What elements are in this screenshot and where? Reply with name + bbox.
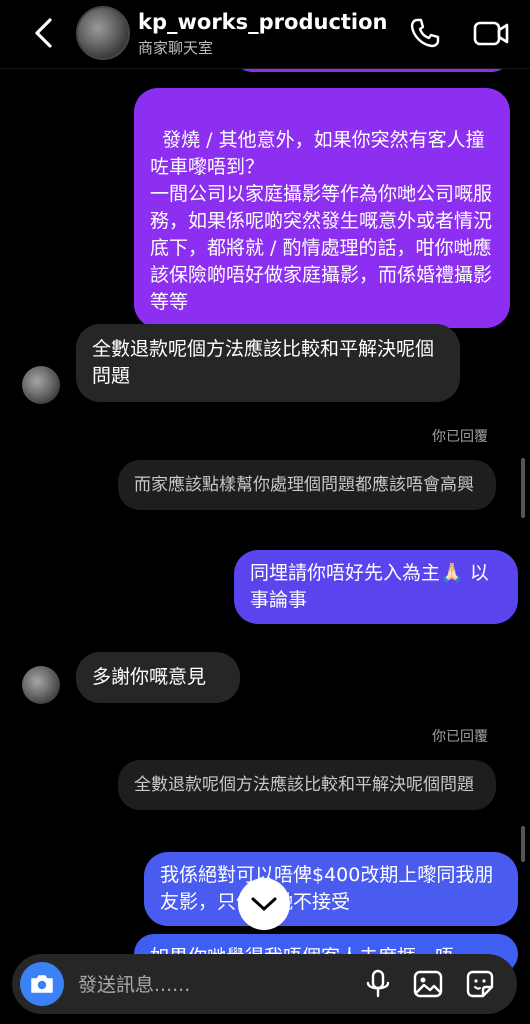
call-button[interactable] <box>408 16 442 50</box>
replied-label: 你已回覆 <box>432 429 488 445</box>
chat-header: kp_works_production 商家聊天室 <box>0 0 530 69</box>
sender-avatar[interactable] <box>22 666 60 704</box>
message-text: 我係絕對可以唔俾$400改期上嚟同我朋友影，只係你哋不接受 <box>160 864 494 913</box>
quote-text: 而家應該點樣幫你處理個問題都應該唔會高興 <box>134 475 474 495</box>
phone-icon <box>410 18 440 48</box>
chevron-left-icon <box>35 18 52 48</box>
scroll-to-bottom-button[interactable] <box>238 878 290 930</box>
camera-button[interactable] <box>20 962 64 1006</box>
back-button[interactable] <box>30 16 58 50</box>
message-input[interactable] <box>76 968 350 1002</box>
message-text: 全數退款呢個方法應該比較和平解決呢個問題 <box>92 338 435 387</box>
quote-text: 全數退款呢個方法應該比較和平解決呢個問題 <box>134 775 474 795</box>
replied-label: 你已回覆 <box>432 729 488 745</box>
message-text: 同埋請你唔好先入為主🙏🏻 以事論事 <box>250 562 489 611</box>
message-bubble-incoming[interactable]: 多謝你嘅意見 <box>76 652 240 703</box>
reply-quote[interactable]: 全數退款呢個方法應該比較和平解決呢個問題 <box>118 760 496 810</box>
message-bubble-incoming[interactable]: 全數退款呢個方法應該比較和平解決呢個問題 <box>76 324 460 402</box>
chat-title[interactable]: kp_works_production <box>138 10 388 34</box>
message-bubble-outgoing[interactable]: 同埋請你唔好先入為主🙏🏻 以事論事 <box>234 550 518 624</box>
video-camera-icon <box>473 21 509 46</box>
reply-quote[interactable]: 而家應該點樣幫你處理個問題都應該唔會高興 <box>118 460 496 510</box>
microphone-button[interactable] <box>362 968 394 1000</box>
sender-avatar[interactable] <box>22 366 60 404</box>
profile-avatar[interactable] <box>76 6 130 60</box>
chat-subtitle: 商家聊天室 <box>138 39 214 57</box>
message-text: 多謝你嘅意見 <box>92 666 207 688</box>
message-bubble-outgoing[interactable]: 我係絕對可以唔俾$400改期上嚟同我朋友影，只係你哋不接受 <box>144 852 518 926</box>
sticker-button[interactable] <box>464 968 496 1000</box>
message-bubble-outgoing[interactable]: 發燒 / 其他意外，如果你突然有客人撞咗車嚟唔到？ 一間公司以家庭攝影等作為你哋… <box>134 88 510 328</box>
message-text: 發燒 / 其他意外，如果你突然有客人撞咗車嚟唔到？ 一間公司以家庭攝影等作為你哋… <box>150 129 493 313</box>
image-icon <box>413 970 443 998</box>
gallery-button[interactable] <box>412 968 444 1000</box>
scrollbar-thumb[interactable] <box>521 458 525 518</box>
microphone-icon <box>366 969 390 998</box>
scrollbar-thumb[interactable] <box>521 826 525 862</box>
chevron-down-icon <box>251 897 277 911</box>
camera-icon <box>31 975 53 993</box>
sticker-icon <box>466 970 494 998</box>
message-composer <box>12 954 517 1014</box>
video-call-button[interactable] <box>472 16 509 50</box>
